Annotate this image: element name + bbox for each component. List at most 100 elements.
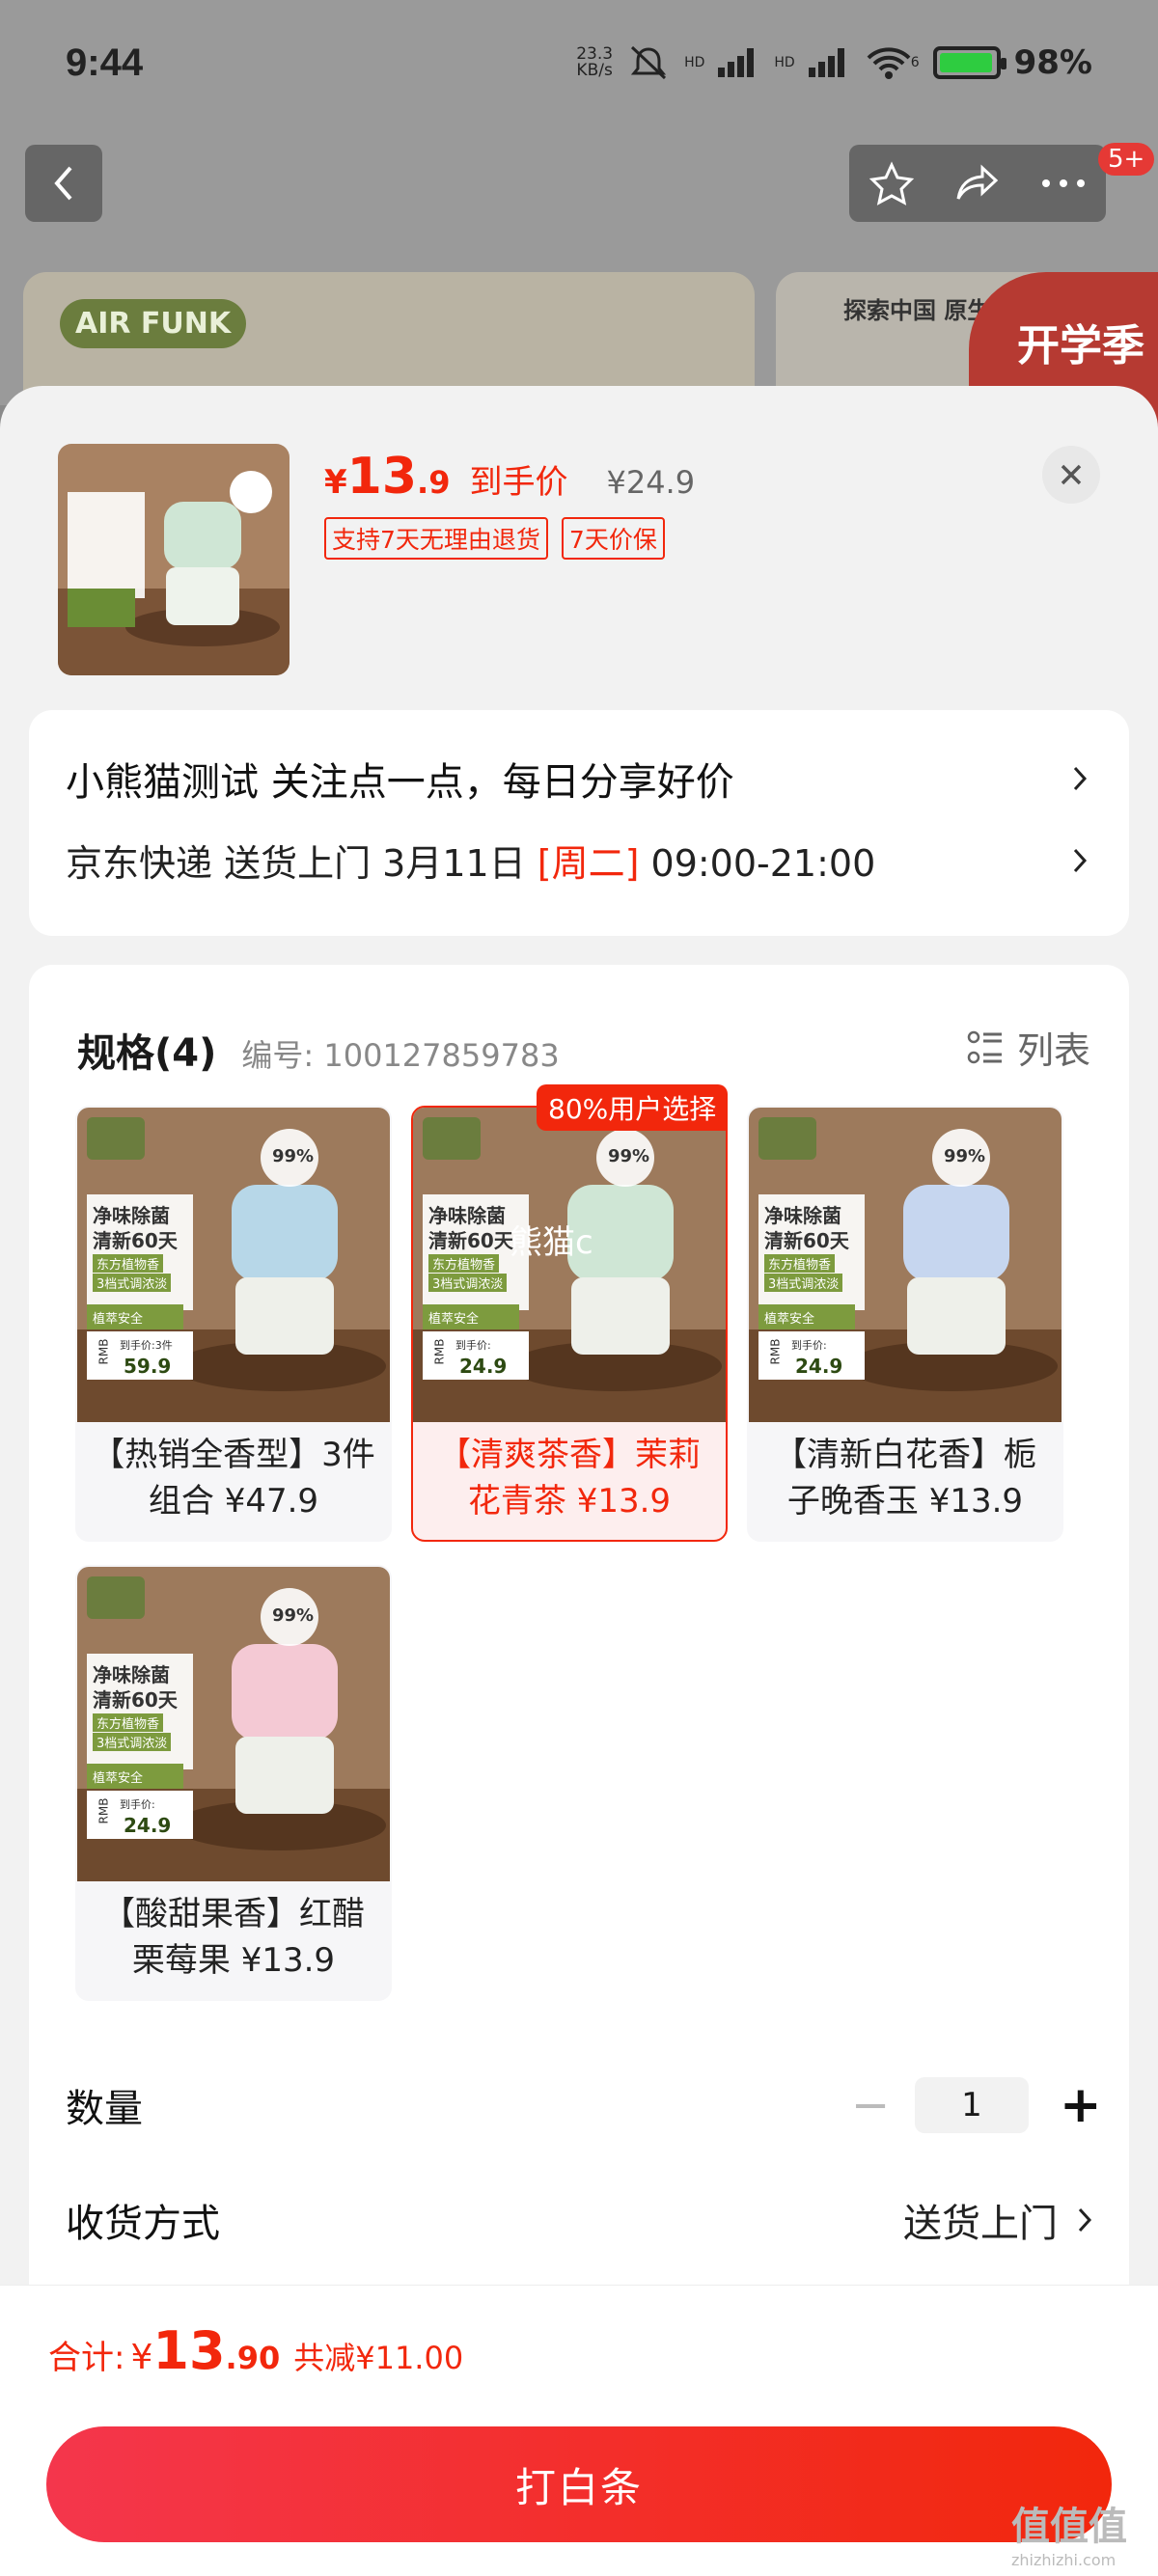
back-button[interactable] (25, 145, 102, 222)
spec-option-image: 净味除菌 清新60天 东方植物香 3档式调浓淡 植萃安全 99% RMB 到手价: 24.9 (749, 1108, 1062, 1422)
img-rmb: RMB (768, 1338, 783, 1365)
spec-option-3[interactable]: 净味除菌 清新60天 东方植物香 3档式调浓淡 植萃安全 99% RMB 到手价: 24.9 【清… (747, 1106, 1063, 1542)
list-view-button[interactable]: 列表 (967, 1021, 1090, 1074)
img-line1: 东方植物香 (93, 1254, 164, 1273)
chevron-left-icon (54, 166, 72, 201)
img-price-label: 到手价: (120, 1798, 155, 1811)
price-label: 到手价 (469, 463, 568, 502)
chevron-right-icon (1073, 848, 1088, 872)
minus-button[interactable]: − (851, 2078, 890, 2132)
list-icon (967, 1030, 1002, 1063)
spec-option-image: 净味除菌 清新60天 东方植物香 3档式调浓淡 植萃安全 99% RMB 到手价: 24.9 (77, 1567, 390, 1881)
img-rmb: RMB (96, 1338, 111, 1365)
img-sub: 清新60天 (93, 1229, 178, 1252)
price-value: 13 (346, 448, 418, 506)
signal-icon (808, 48, 851, 77)
shipping-label: 收货方式 (66, 2202, 220, 2246)
address-card[interactable]: 小熊猫测试 关注点一点，每日分享好价 京东快递 送货上门 3月11日 [周二] … (29, 710, 1129, 936)
status-bar: 9:44 23.3 KB/s HD HD 6 98% (0, 0, 1158, 125)
delivery-row[interactable]: 京东快递 送货上门 3月11日 [周二] 09:00-21:00 (66, 834, 1092, 887)
product-image (58, 444, 290, 675)
product-thumbnail (58, 444, 290, 675)
img-price-label: 到手价: (455, 1339, 491, 1352)
chevron-right-icon (1078, 2207, 1092, 2233)
img-price: 24.9 (124, 1814, 172, 1837)
img-headline: 净味除菌 (93, 1204, 170, 1227)
network-speed: 23.3 KB/s (576, 44, 614, 80)
img-sub: 清新60天 (93, 1688, 178, 1712)
star-icon[interactable] (868, 161, 915, 206)
img-line3: 植萃安全 (93, 1771, 144, 1786)
quantity-row: 数量 − 1 + (66, 2076, 1102, 2134)
img-line1: 东方植物香 (428, 1254, 500, 1273)
spec-option-image: 净味除菌 清新60天东方植物香 3档式调浓淡 植萃安全 99% RMB 到手价:3件 59.9 (77, 1108, 390, 1422)
img-price: 59.9 (124, 1355, 172, 1378)
img-line1: 东方植物香 (93, 1713, 164, 1732)
pay-button[interactable]: 打白条 (46, 2426, 1112, 2542)
service-tags: 支持7天无理由退货 7天价保 (324, 517, 665, 560)
plus-button[interactable]: + (1060, 2076, 1102, 2134)
img-headline: 净味除菌 (93, 1663, 170, 1686)
overlay-watermark: 熊猫c (510, 1223, 593, 1262)
share-icon[interactable] (953, 162, 1002, 205)
shipping-row[interactable]: 收货方式 送货上门 (66, 2192, 1092, 2248)
notification-badge: 5+ (1098, 143, 1155, 176)
img-badge: 99% (272, 1605, 315, 1626)
signal-icon (718, 48, 760, 77)
img-line2: 3档式调浓淡 (93, 1733, 172, 1751)
spec-option-4[interactable]: 净味除菌 清新60天 东方植物香 3档式调浓淡 植萃安全 99% RMB 到手价: 24.9 【酸… (75, 1565, 392, 2001)
img-price: 24.9 (459, 1355, 508, 1378)
chevron-right-icon (1073, 766, 1088, 791)
quantity-input[interactable]: 1 (915, 2077, 1029, 2133)
img-price: 24.9 (795, 1355, 843, 1378)
wifi-icon (867, 47, 911, 79)
img-rmb: RMB (96, 1797, 111, 1824)
status-time: 9:44 (66, 41, 144, 84)
more-icon[interactable] (1040, 178, 1087, 189)
total-price: 合计: ¥ 13 .90 共减¥11.00 (48, 2320, 464, 2381)
img-sub: 清新60天 (428, 1229, 513, 1252)
spec-option-label: 【酸甜果香】红醋栗莓果 ¥13.9 (102, 1895, 365, 1980)
delivery-weekday: [周二] (537, 842, 640, 885)
img-line3: 植萃安全 (93, 1312, 144, 1327)
popular-choice-badge: 80%用户选择 (537, 1084, 729, 1131)
img-line2: 3档式调浓淡 (428, 1274, 508, 1292)
img-price-label: 到手价: (791, 1339, 827, 1352)
shipping-value: 送货上门 (903, 2192, 1092, 2248)
img-badge: 99% (944, 1146, 986, 1166)
original-price: ¥24.9 (606, 464, 696, 501)
discount-total: 共减¥11.00 (293, 2340, 464, 2376)
img-line2: 3档式调浓淡 (93, 1274, 172, 1292)
spec-title: 规格(4) (77, 1030, 217, 1076)
spec-option-label: 【清新白花香】栀子晚香玉 ¥13.9 (774, 1436, 1036, 1521)
tag-return: 支持7天无理由退货 (324, 517, 548, 560)
spec-option-label: 【清爽茶香】茉莉花青茶 ¥13.9 (438, 1436, 701, 1521)
img-line1: 东方植物香 (764, 1254, 836, 1273)
spec-option-2[interactable]: 净味除菌 清新60天 东方植物香 3档式调浓淡 植萃安全 99% RMB 到手价: 24.9 熊猫… (411, 1106, 728, 1542)
img-line2: 3档式调浓淡 (764, 1274, 843, 1292)
brand-logo: AIR FUNK (60, 299, 247, 348)
close-button[interactable] (1042, 446, 1100, 504)
close-icon (1061, 464, 1082, 485)
img-badge: 99% (272, 1146, 315, 1166)
status-icons: 23.3 KB/s HD HD 6 98% (576, 43, 1092, 82)
address-row[interactable]: 小熊猫测试 关注点一点，每日分享好价 (66, 751, 1092, 807)
img-line3: 植萃安全 (428, 1312, 480, 1327)
spec-option-image: 净味除菌 清新60天 东方植物香 3档式调浓淡 植萃安全 99% RMB 到手价: 24.9 熊猫… (413, 1108, 726, 1422)
quantity-stepper: − 1 + (851, 2076, 1102, 2134)
delivery-text: 京东快递 送货上门 3月11日 [周二] 09:00-21:00 (66, 842, 876, 885)
address-text: 小熊猫测试 关注点一点，每日分享好价 (66, 760, 734, 805)
spec-option-1[interactable]: 净味除菌 清新60天东方植物香 3档式调浓淡 植萃安全 99% RMB 到手价:3件 59.9… (75, 1106, 392, 1542)
price-line: ¥ 13 .9 到手价 ¥24.9 (324, 448, 696, 506)
mute-icon (630, 45, 667, 80)
img-sub: 清新60天 (764, 1229, 849, 1252)
sheet-header: ¥ 13 .9 到手价 ¥24.9 支持7天无理由退货 7天价保 (0, 386, 1158, 704)
spec-code: 编号: 100127859783 (241, 1036, 560, 1074)
spec-option-label: 【热销全香型】3件组合 ¥47.9 (92, 1436, 375, 1521)
battery-icon (932, 46, 1006, 79)
img-headline: 净味除菌 (764, 1204, 841, 1227)
img-rmb: RMB (432, 1338, 447, 1365)
img-price-label: 到手价:3件 (120, 1339, 173, 1352)
top-actions (849, 145, 1106, 222)
tag-price-protect: 7天价保 (561, 517, 665, 560)
